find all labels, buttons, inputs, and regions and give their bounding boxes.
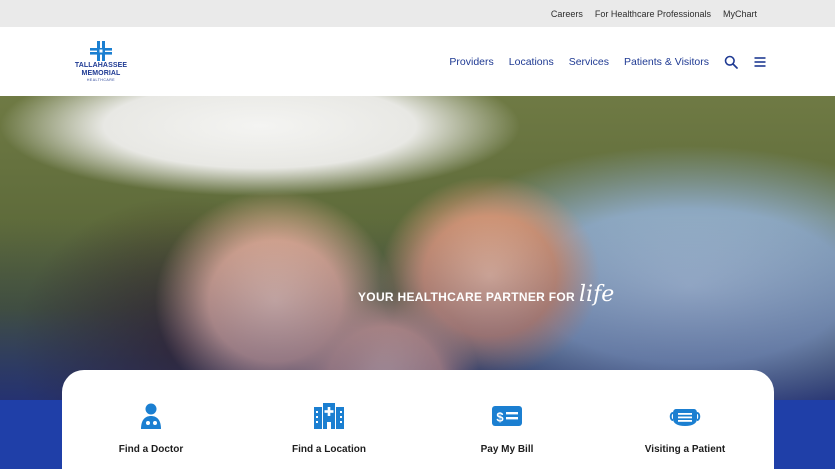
- logo-text-line2: MEMORIAL: [81, 70, 121, 77]
- face-mask-icon: [669, 409, 701, 426]
- site-header: TALLAHASSEE MEMORIAL HEALTHCARE Provider…: [0, 27, 835, 96]
- main-nav: Providers Locations Services Patients & …: [449, 55, 767, 69]
- quick-link-visiting-patient[interactable]: Visiting a Patient: [610, 402, 760, 455]
- quick-link-label: Find a Doctor: [118, 444, 184, 455]
- hero-tagline-script: life: [579, 282, 615, 307]
- svg-text:$: $: [496, 410, 504, 425]
- utility-bar: Careers For Healthcare Professionals MyC…: [0, 0, 835, 27]
- quick-link-pay-bill[interactable]: $ Pay My Bill: [432, 402, 582, 455]
- logo-text-line3: HEALTHCARE: [86, 78, 116, 82]
- quick-link-label: Find a Location: [292, 444, 366, 455]
- quick-link-label: Pay My Bill: [480, 444, 534, 455]
- hero-overlay: [0, 96, 835, 400]
- hero-tagline: YOUR HEALTHCARE PARTNER FOR life: [358, 282, 614, 307]
- quick-link-find-doctor[interactable]: Find a Doctor: [76, 402, 226, 455]
- nav-providers[interactable]: Providers: [449, 56, 493, 68]
- utility-link-mychart[interactable]: MyChart: [723, 9, 757, 19]
- nav-patients-visitors[interactable]: Patients & Visitors: [624, 56, 709, 68]
- quick-link-find-location[interactable]: Find a Location: [254, 402, 404, 455]
- nav-services[interactable]: Services: [569, 56, 609, 68]
- site-logo[interactable]: TALLAHASSEE MEMORIAL HEALTHCARE: [72, 40, 130, 83]
- quick-link-label: Visiting a Patient: [644, 444, 726, 455]
- doctor-icon: [141, 403, 161, 429]
- bill-icon: $: [492, 406, 522, 426]
- hero-banner: YOUR HEALTHCARE PARTNER FOR life: [0, 96, 835, 400]
- utility-link-healthcare-professionals[interactable]: For Healthcare Professionals: [595, 9, 711, 19]
- utility-link-careers[interactable]: Careers: [551, 9, 583, 19]
- hero-tagline-text: YOUR HEALTHCARE PARTNER FOR: [358, 290, 575, 304]
- hamburger-menu-icon[interactable]: [753, 55, 767, 69]
- logo-text-line1: TALLAHASSEE: [74, 62, 128, 69]
- search-icon[interactable]: [724, 55, 738, 69]
- hospital-building-icon: [314, 403, 344, 429]
- quick-links-panel: Find a Doctor Find a Location $ Pay My B…: [62, 370, 774, 469]
- nav-locations[interactable]: Locations: [509, 56, 554, 68]
- cross-logo-icon: [90, 41, 112, 61]
